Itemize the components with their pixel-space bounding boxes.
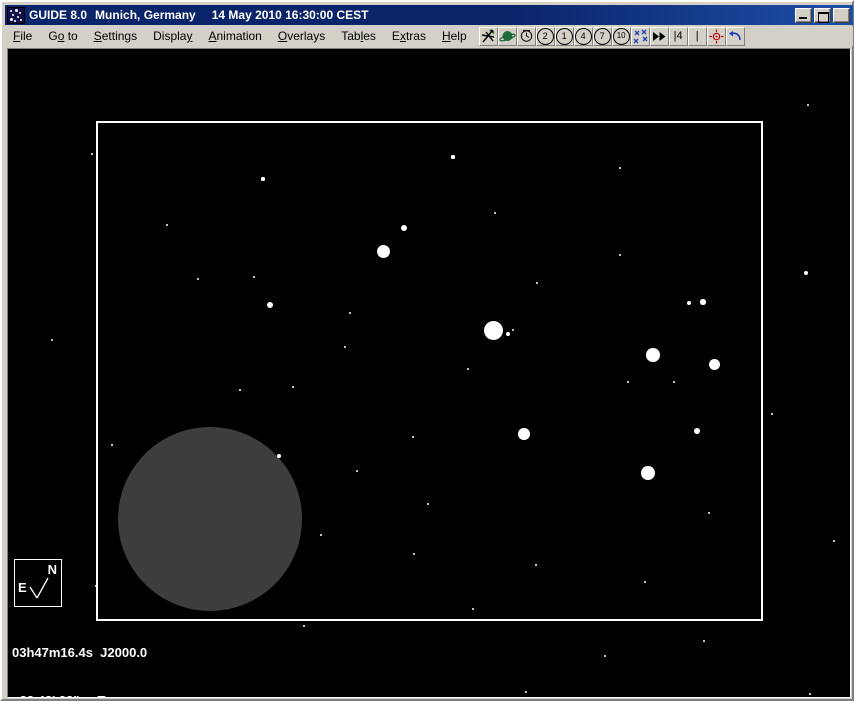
title-datetime: 14 May 2010 16:30:00 CEST bbox=[211, 8, 369, 22]
step-4-icon[interactable]: |4 bbox=[668, 26, 688, 46]
zoom-level-4-icon[interactable]: 4 bbox=[573, 26, 593, 46]
menu-item-display[interactable]: Display bbox=[145, 27, 200, 45]
menu-item-file[interactable]: File bbox=[5, 27, 40, 45]
clock-icon[interactable] bbox=[516, 26, 536, 46]
star-point[interactable] bbox=[518, 428, 530, 440]
star-point[interactable] bbox=[646, 348, 660, 362]
moon-disk[interactable] bbox=[118, 427, 302, 611]
menu-bar: File Go to Settings Display Animation Ov… bbox=[5, 26, 853, 46]
title-app-name: GUIDE 8.0 bbox=[29, 8, 88, 22]
window-controls bbox=[795, 7, 850, 23]
star-point[interactable] bbox=[267, 302, 273, 308]
star-point[interactable] bbox=[832, 539, 836, 543]
title-bar: GUIDE 8.0 Munich, Germany 14 May 2010 16:3… bbox=[5, 5, 853, 25]
planet-icon[interactable] bbox=[497, 26, 517, 46]
star-point[interactable] bbox=[770, 412, 774, 416]
guide-main-window: GUIDE 8.0 Munich, Germany 14 May 2010 16:3… bbox=[0, 0, 854, 701]
star-cluster-icon[interactable] bbox=[630, 26, 650, 46]
undo-icon[interactable] bbox=[725, 26, 745, 46]
starfield-icon bbox=[7, 6, 25, 24]
zoom-level-7-icon[interactable]: 7 bbox=[592, 26, 612, 46]
star-point[interactable] bbox=[700, 299, 706, 305]
sky-view-frame: N E 03h47m16.4s J2000.0 +23 48' 33" Tau … bbox=[7, 48, 851, 698]
step-1-icon[interactable]: | bbox=[687, 26, 707, 46]
zoom-level-2-icon[interactable]: 2 bbox=[535, 26, 555, 46]
compass-east-label: E bbox=[18, 580, 27, 595]
status-line-coordinates-dec: +23 48' 33" Tau bbox=[12, 693, 182, 697]
menu-item-animation[interactable]: Animation bbox=[200, 27, 269, 45]
fast-forward-icon[interactable] bbox=[649, 26, 669, 46]
close-button[interactable] bbox=[833, 7, 850, 23]
zoom-level-1-icon[interactable]: 1 bbox=[554, 26, 574, 46]
star-point[interactable] bbox=[641, 466, 655, 480]
compass-north-label: N bbox=[47, 562, 57, 577]
menu-item-extras[interactable]: Extras bbox=[384, 27, 434, 45]
zoom-level-10-icon[interactable]: 10 bbox=[611, 26, 631, 46]
status-readout: 03h47m16.4s J2000.0 +23 48' 33" Tau Alt … bbox=[12, 613, 182, 697]
compass-rose: N E bbox=[14, 559, 62, 607]
star-point[interactable] bbox=[451, 155, 455, 159]
minimize-button[interactable] bbox=[795, 7, 812, 23]
center-target-icon[interactable] bbox=[706, 26, 726, 46]
star-point[interactable] bbox=[90, 152, 94, 156]
maximize-button[interactable] bbox=[814, 7, 831, 23]
status-line-coordinates-ra: 03h47m16.4s J2000.0 bbox=[12, 645, 148, 660]
star-point[interactable] bbox=[702, 639, 706, 643]
menu-item-goto[interactable]: Go to bbox=[40, 27, 85, 45]
star-point[interactable] bbox=[603, 654, 607, 658]
star-point[interactable] bbox=[376, 244, 390, 258]
star-point[interactable] bbox=[806, 103, 810, 107]
star-point[interactable] bbox=[483, 320, 503, 340]
star-point[interactable] bbox=[50, 338, 54, 342]
menu-item-settings[interactable]: Settings bbox=[86, 27, 145, 45]
star-point[interactable] bbox=[302, 624, 306, 628]
sky-chart[interactable]: N E 03h47m16.4s J2000.0 +23 48' 33" Tau … bbox=[8, 49, 850, 697]
star-point[interactable] bbox=[524, 690, 528, 694]
star-point[interactable] bbox=[804, 271, 808, 275]
star-point[interactable] bbox=[808, 692, 812, 696]
menu-item-overlays[interactable]: Overlays bbox=[270, 27, 333, 45]
star-point[interactable] bbox=[506, 332, 510, 336]
title-location: Munich, Germany bbox=[95, 8, 196, 22]
star-point[interactable] bbox=[708, 358, 720, 370]
star-point[interactable] bbox=[687, 301, 691, 305]
star-point[interactable] bbox=[261, 177, 265, 181]
menu-item-tables[interactable]: Tables bbox=[333, 27, 384, 45]
star-chart-icon[interactable] bbox=[478, 26, 498, 46]
toolbar: 2 1 4 7 10 |4 | bbox=[478, 26, 745, 46]
menu-item-help[interactable]: Help bbox=[434, 27, 475, 45]
window-title: GUIDE 8.0 Munich, Germany 14 May 2010 16:3… bbox=[29, 8, 368, 22]
star-point[interactable] bbox=[694, 428, 700, 434]
